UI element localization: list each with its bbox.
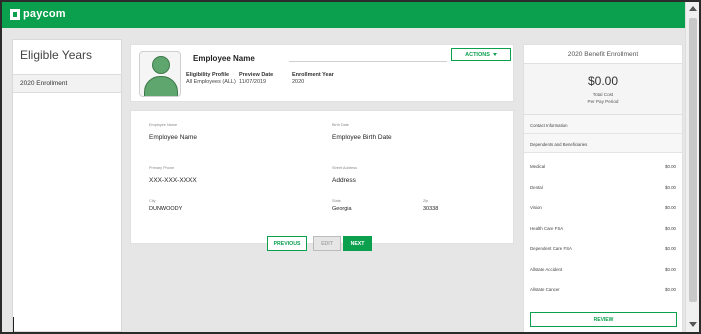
employee-name-field: Employee Name Employee Name: [149, 123, 198, 141]
scroll-down-arrow-icon[interactable]: [689, 322, 697, 327]
eligible-years-title: Eligible Years: [20, 48, 93, 62]
avatar: [139, 51, 181, 97]
per-pay-period-label: Per Pay Period: [587, 99, 619, 104]
eligible-years-panel: Eligible Years 2020 Enrollment: [12, 39, 122, 332]
dependents-beneficiaries-link[interactable]: Dependents and Beneficiaries: [524, 134, 682, 153]
divider: [289, 61, 447, 62]
zip-field: Zip 30338: [423, 199, 439, 212]
edit-button[interactable]: EDIT: [313, 236, 341, 251]
paycom-logo-icon: [10, 8, 20, 20]
benefit-row-medical[interactable]: Medical $0.00: [524, 159, 682, 180]
total-cost-label: Total Cost: [592, 92, 614, 97]
benefit-row-dependent-care-fsa[interactable]: Dependent Care FSA $0.00: [524, 241, 682, 262]
summary-title: 2020 Benefit Enrollment: [524, 45, 682, 64]
benefit-row-vision[interactable]: Vision $0.00: [524, 200, 682, 221]
chevron-down-icon: [492, 53, 497, 56]
benefit-summary-panel: 2020 Benefit Enrollment $0.00 Total Cost…: [523, 44, 683, 332]
benefits-list: Medical $0.00 Dental $0.00 Vision $0.00 Hea…: [524, 153, 682, 303]
next-button[interactable]: NEXT: [343, 236, 372, 251]
birth-date-field: Birth Date Employee Birth Date: [332, 123, 392, 141]
benefit-row-health-care-fsa[interactable]: Health Care FSA $0.00: [524, 221, 682, 242]
eligibility-profile: Eligibility Profile All Employees (ALL): [186, 72, 236, 85]
street-address-field: Street Address Address: [332, 166, 357, 184]
contact-information-link[interactable]: Contact Information: [524, 115, 682, 134]
benefit-row-allstate-accident[interactable]: Allstate Accident $0.00: [524, 262, 682, 283]
enrollment-year: Enrollment Year 2020: [292, 72, 334, 85]
brand-name: paycom: [23, 8, 66, 20]
paycom-logo[interactable]: paycom: [10, 8, 66, 20]
vertical-scrollbar[interactable]: [685, 2, 699, 332]
total-cost-amount: $0.00: [587, 74, 619, 88]
top-bar: paycom: [2, 2, 685, 28]
employee-header-card: Employee Name ACTIONS Eligibility Profil…: [130, 44, 514, 102]
employee-details-card: Employee Name Employee Name Birth Date E…: [130, 110, 514, 244]
total-cost-box: $0.00 Total Cost Per Pay Period: [524, 64, 682, 115]
benefit-row-allstate-cancer[interactable]: Allstate Cancer $0.00: [524, 282, 682, 303]
previous-button[interactable]: PREVIOUS: [267, 236, 307, 251]
benefit-row-dental[interactable]: Dental $0.00: [524, 180, 682, 201]
employee-name-heading: Employee Name: [193, 54, 255, 63]
actions-button[interactable]: ACTIONS: [451, 48, 511, 61]
person-icon: [152, 56, 170, 74]
scroll-up-arrow-icon[interactable]: [689, 6, 697, 11]
primary-phone-field: Primary Phone XXX-XXX-XXXX: [149, 166, 197, 184]
text-cursor: [13, 317, 14, 332]
preview-date: Preview Date 11/07/2019: [239, 72, 274, 85]
state-field: State Georgia: [332, 199, 352, 212]
city-field: City DUNWOODY: [149, 199, 183, 212]
eligible-year-item-2020[interactable]: 2020 Enrollment: [13, 74, 121, 93]
actions-button-label: ACTIONS: [465, 51, 490, 58]
review-button[interactable]: REVIEW: [530, 312, 677, 327]
app-window: paycom Eligible Years 2020 Enrollment Em…: [0, 0, 701, 334]
scrollbar-thumb[interactable]: [689, 18, 697, 302]
